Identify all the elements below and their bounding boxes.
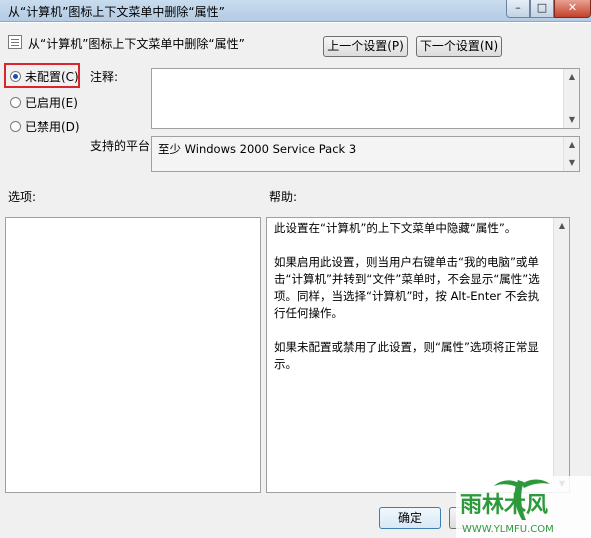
radio-label: 已禁用(D): [25, 119, 80, 134]
help-label: 帮助:: [269, 190, 298, 204]
radio-label: 已启用(E): [25, 95, 78, 110]
radio-disabled[interactable]: 已禁用(D): [10, 118, 80, 134]
scroll-up-icon[interactable]: ▲: [554, 218, 570, 234]
watermark-brand: 雨林木风: [460, 493, 548, 518]
help-panel: 此设置在“计算机”的上下文菜单中隐藏“属性”。 如果启用此设置，则当用户右键单击…: [266, 217, 570, 493]
radio-enabled[interactable]: 已启用(E): [10, 94, 78, 110]
supported-platforms-label: 支持的平台:: [90, 139, 155, 153]
next-setting-button[interactable]: 下一个设置(N): [416, 36, 502, 57]
radio-label: 未配置(C): [25, 69, 79, 84]
radio-button[interactable]: [10, 120, 21, 132]
options-label: 选项:: [8, 190, 37, 204]
maximize-button[interactable]: □: [530, 0, 554, 18]
comment-textarea[interactable]: ▲ ▼: [151, 68, 580, 129]
close-button[interactable]: ✕: [554, 0, 591, 18]
scroll-up-icon[interactable]: ▲: [564, 69, 580, 85]
supported-scrollbar[interactable]: ▲ ▼: [563, 137, 579, 171]
scroll-up-icon[interactable]: ▲: [564, 137, 580, 153]
scroll-down-icon[interactable]: ▼: [564, 155, 580, 171]
comment-label: 注释:: [90, 70, 119, 84]
policy-setting-icon: [8, 35, 22, 49]
previous-setting-button[interactable]: 上一个设置(P): [323, 36, 408, 57]
supported-platforms-value: 至少 Windows 2000 Service Pack 3: [158, 142, 357, 156]
policy-name: 从“计算机”图标上下文菜单中删除“属性”: [28, 37, 245, 51]
watermark-logo: 雨林木风 WWW.YLMFU.COM: [456, 476, 591, 538]
scroll-down-icon[interactable]: ▼: [564, 112, 580, 128]
help-paragraph: 此设置在“计算机”的上下文菜单中隐藏“属性”。: [274, 221, 517, 235]
help-text: 此设置在“计算机”的上下文菜单中隐藏“属性”。 如果启用此设置，则当用户右键单击…: [274, 220, 547, 390]
minimize-button[interactable]: –: [506, 0, 530, 18]
comment-scrollbar[interactable]: ▲ ▼: [563, 69, 579, 128]
title-bar: 从“计算机”图标上下文菜单中删除“属性” – □ ✕: [0, 0, 591, 22]
help-scrollbar[interactable]: ▲ ▼: [553, 218, 569, 492]
watermark-url: WWW.YLMFU.COM: [462, 524, 554, 535]
radio-button-checked[interactable]: [10, 70, 21, 82]
window-title: 从“计算机”图标上下文菜单中删除“属性”: [8, 5, 225, 19]
radio-not-configured[interactable]: 未配置(C): [10, 68, 79, 84]
options-panel: [5, 217, 261, 493]
help-paragraph: 如果未配置或禁用了此设置，则“属性”选项将正常显示。: [274, 340, 539, 371]
supported-platforms-box: 至少 Windows 2000 Service Pack 3 ▲ ▼: [151, 136, 580, 172]
help-paragraph: 如果启用此设置，则当用户右键单击“我的电脑”或单击“计算机”并转到“文件”菜单时…: [274, 255, 540, 320]
ok-button[interactable]: 确定: [379, 507, 441, 529]
radio-button[interactable]: [10, 96, 21, 108]
